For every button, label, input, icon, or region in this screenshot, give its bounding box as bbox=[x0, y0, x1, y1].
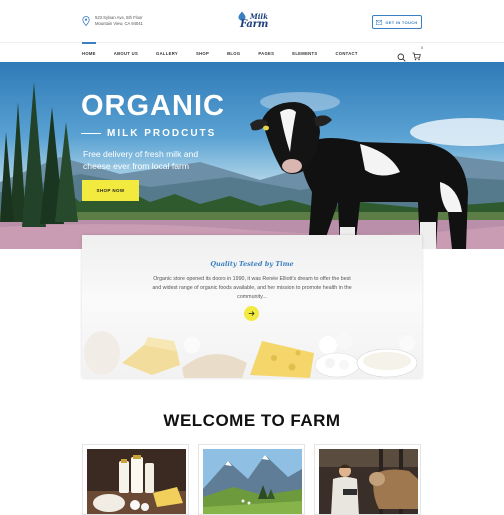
arrow-right-icon bbox=[248, 311, 255, 316]
map-pin-icon bbox=[82, 16, 90, 26]
welcome-title: WELCOME TO FARM bbox=[163, 411, 341, 430]
subtitle-divider bbox=[81, 132, 101, 135]
mail-icon bbox=[376, 19, 383, 25]
address-line-2: Mountain View, CA 94041 bbox=[95, 21, 143, 26]
gallery-card-dairy[interactable] bbox=[82, 444, 189, 515]
dairy-photo bbox=[87, 449, 186, 514]
get-in-touch-button[interactable]: GET IN TOUCH bbox=[372, 15, 422, 29]
nav-menu: HOME ABOUT US GALLERY SHOP BLOG PAGES EL… bbox=[82, 42, 376, 63]
farmer-with-cows-photo bbox=[319, 449, 418, 514]
quality-title: Quality Tested by Time bbox=[210, 260, 294, 268]
hero-title: ORGANIC bbox=[81, 90, 225, 122]
gallery-card-farmer[interactable] bbox=[314, 444, 421, 515]
nav-item-shop[interactable]: SHOP bbox=[196, 43, 209, 63]
nav-item-pages[interactable]: PAGES bbox=[258, 43, 274, 63]
quality-text: Organic store opened its doors in 1990, … bbox=[152, 276, 352, 300]
get-in-touch-label: GET IN TOUCH bbox=[385, 19, 418, 25]
hero-subtitle: MILK PRODCUTS bbox=[81, 128, 216, 139]
mountain-meadow-photo bbox=[203, 449, 302, 514]
nav-item-about-us[interactable]: ABOUT US bbox=[114, 43, 138, 63]
nav-item-home[interactable]: HOME bbox=[82, 42, 96, 63]
shop-now-button[interactable]: SHOP NOW bbox=[82, 180, 139, 201]
dairy-products-image bbox=[84, 331, 418, 378]
cart-icon[interactable] bbox=[412, 52, 421, 61]
address-text: 523 Sylvan Ave, 5th Floor Mountain View,… bbox=[95, 15, 143, 27]
hero-description: Free delivery of fresh milk and cheese e… bbox=[83, 149, 199, 171]
nav-item-elements[interactable]: ELEMENTS bbox=[292, 43, 317, 63]
site-logo[interactable]: Milk Farm bbox=[236, 11, 272, 31]
top-bar: 523 Sylvan Ave, 5th Floor Mountain View,… bbox=[0, 0, 504, 42]
read-more-button[interactable] bbox=[244, 306, 259, 321]
hero-banner: ORGANIC MILK PRODCUTS Free delivery of f… bbox=[0, 62, 504, 249]
gallery-card-mountains[interactable] bbox=[198, 444, 305, 515]
logo-word-farm: Farm bbox=[240, 19, 269, 30]
nav-item-gallery[interactable]: GALLERY bbox=[156, 43, 178, 63]
address-block: 523 Sylvan Ave, 5th Floor Mountain View,… bbox=[82, 15, 143, 27]
main-nav: HOME ABOUT US GALLERY SHOP BLOG PAGES EL… bbox=[0, 42, 504, 62]
quality-card: Quality Tested by Time Organic store ope… bbox=[82, 235, 422, 378]
cart-count-badge: 0 bbox=[421, 46, 423, 50]
search-icon[interactable] bbox=[397, 53, 406, 62]
nav-item-blog[interactable]: BLOG bbox=[227, 43, 240, 63]
nav-item-contact[interactable]: CONTACT bbox=[335, 43, 357, 63]
hero-image bbox=[0, 82, 504, 249]
hero-subtitle-text: MILK PRODCUTS bbox=[107, 128, 217, 139]
